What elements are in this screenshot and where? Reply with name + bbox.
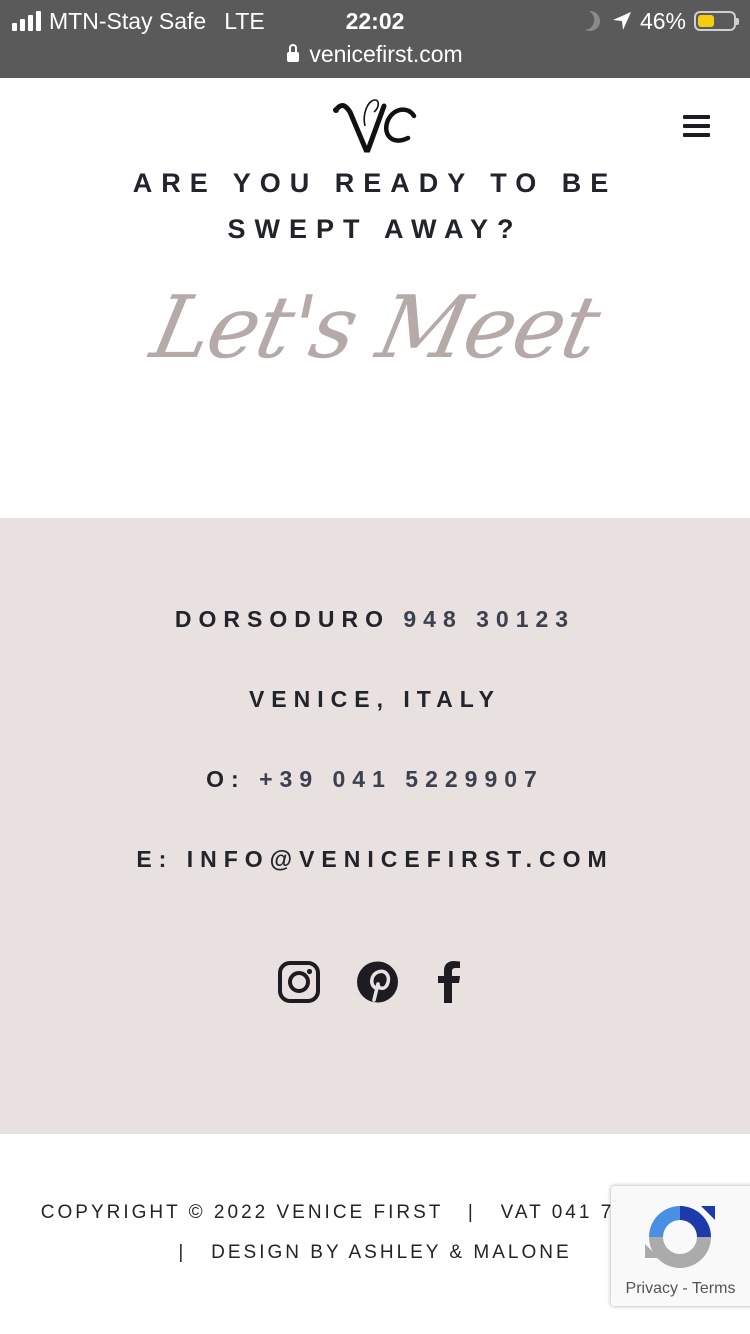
social-links: [0, 958, 750, 1008]
signal-icon: [12, 11, 41, 31]
lock-icon: [287, 44, 300, 62]
recaptcha-links: Privacy - Terms: [611, 1280, 750, 1298]
carrier-name: MTN-Stay Safe: [49, 7, 207, 34]
battery-level: [698, 15, 714, 27]
city-line: VENICE, ITALY: [248, 686, 502, 712]
recaptcha-terms-link[interactable]: Terms: [692, 1280, 736, 1297]
battery-icon: [694, 11, 739, 31]
recaptcha-badge[interactable]: Privacy - Terms: [611, 1186, 750, 1306]
recaptcha-separator: -: [682, 1280, 688, 1297]
phone-line[interactable]: O: +39 041 5229907: [0, 766, 750, 793]
hero-heading-partial: ARE YOU READY TO BE: [132, 168, 618, 198]
menu-toggle-button[interactable]: [683, 115, 710, 139]
hero-heading: SWEPT AWAY?: [227, 214, 523, 244]
status-left: MTN-Stay Safe LTE: [12, 6, 265, 36]
venice-first-logo-icon[interactable]: [332, 96, 418, 156]
site-header: [0, 78, 750, 170]
status-right: 46%: [577, 6, 739, 36]
email-line[interactable]: E: INFO@VENICEFIRST.COM: [0, 846, 750, 873]
phone-label: O:: [206, 766, 246, 792]
email-label: E:: [136, 846, 174, 872]
phone-link[interactable]: +39 041 5229907: [259, 766, 544, 792]
battery-percent: 46%: [639, 7, 686, 34]
browser-status-bar: MTN-Stay Safe LTE 22:02 46% venicefirst.…: [0, 0, 750, 78]
url-bar[interactable]: venicefirst.com: [0, 38, 750, 70]
contact-section: DORSODURO 948 30123 VENICE, ITALY O: +39…: [0, 518, 750, 1134]
hero-section: ARE YOU READY TO BE SWEPT AWAY? Let's Me…: [0, 130, 750, 518]
network-type: LTE: [224, 7, 265, 34]
lets-meet-title: Let's Meet: [143, 278, 607, 378]
pinterest-icon[interactable]: [356, 958, 399, 1008]
address-number: 948 30123: [403, 606, 576, 632]
do-not-disturb-icon: [577, 8, 603, 34]
instagram-icon[interactable]: [278, 958, 320, 1008]
recaptcha-icon: [645, 1206, 715, 1268]
address-line: DORSODURO 948 30123: [0, 606, 750, 633]
url-text[interactable]: venicefirst.com: [309, 41, 462, 68]
location-arrow-icon: [612, 12, 631, 30]
recaptcha-privacy-link[interactable]: Privacy: [626, 1280, 678, 1297]
email-link[interactable]: INFO@VENICEFIRST.COM: [187, 846, 614, 872]
facebook-icon[interactable]: [436, 958, 462, 1008]
address-street: DORSODURO: [174, 606, 390, 632]
